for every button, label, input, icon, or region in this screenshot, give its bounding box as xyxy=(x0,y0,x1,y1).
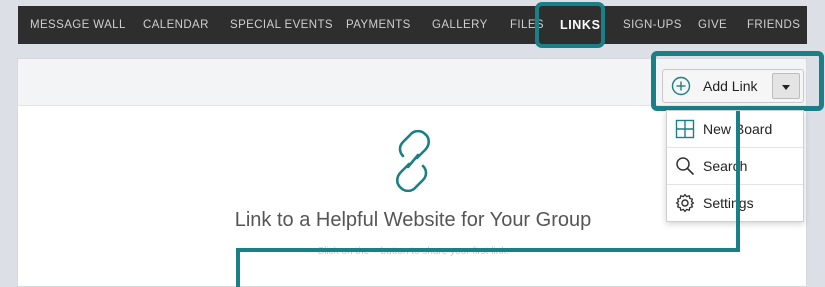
empty-state-subtitle: Click on the + button to share your firs… xyxy=(316,246,510,257)
nav-item-friends[interactable]: FRIENDS xyxy=(747,6,800,44)
nav-item-special-events[interactable]: SPECIAL EVENTS xyxy=(230,6,333,44)
empty-state-title: Link to a Helpful Website for Your Group xyxy=(234,209,592,231)
links-tab-highlight xyxy=(535,2,605,48)
top-nav-bar: MESSAGE WALL CALENDAR SPECIAL EVENTS PAY… xyxy=(18,6,807,44)
chain-link-icon xyxy=(395,130,431,192)
menu-item-label: Search xyxy=(703,158,748,174)
add-link-highlight xyxy=(651,51,824,111)
nav-item-payments[interactable]: PAYMENTS xyxy=(346,6,411,44)
nav-item-calendar[interactable]: CALENDAR xyxy=(143,6,209,44)
grid-icon xyxy=(675,119,695,139)
nav-item-sign-ups[interactable]: SIGN-UPS xyxy=(623,6,682,44)
menu-item-new-board[interactable]: New Board xyxy=(667,111,803,148)
gear-icon xyxy=(675,193,695,213)
nav-item-gallery[interactable]: GALLERY xyxy=(432,6,488,44)
menu-item-settings[interactable]: Settings xyxy=(667,185,803,222)
menu-item-label: Settings xyxy=(703,195,754,211)
nav-item-message-wall[interactable]: MESSAGE WALL xyxy=(30,6,126,44)
menu-item-label: New Board xyxy=(703,121,773,137)
menu-item-search[interactable]: Search xyxy=(667,148,803,185)
search-icon xyxy=(676,157,695,176)
add-link-dropdown-menu: New Board Search Settings xyxy=(666,110,804,222)
nav-item-give[interactable]: GIVE xyxy=(698,6,727,44)
